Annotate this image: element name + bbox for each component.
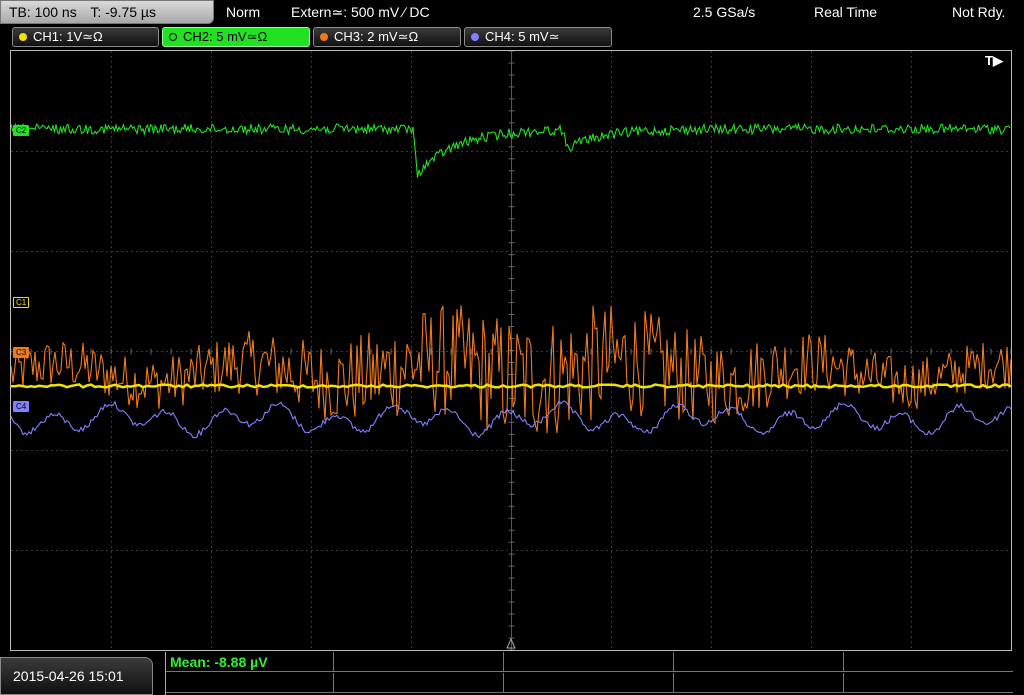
tab-ch3[interactable]: CH3: 2 mV≃Ω [313, 27, 461, 47]
ch4-color-icon [471, 33, 479, 41]
tab-ch1[interactable]: CH1: 1V≃Ω [12, 27, 159, 47]
timebase-label: TB: 100 ns [9, 4, 77, 20]
measurement-row [166, 673, 1013, 693]
ch1-label: CH1: 1V≃Ω [33, 29, 103, 44]
measurement-cell [504, 652, 674, 672]
ch4-offset-marker[interactable]: C4 [13, 401, 30, 412]
ch3-color-icon [320, 33, 328, 41]
measurement-cell [674, 652, 844, 672]
trigger-state: Not Rdy. [952, 4, 1006, 20]
date-time: 2015-04-26 15:01 [0, 657, 153, 695]
waveform-display[interactable]: T▶ C2 C1 C3 C4 [10, 50, 1012, 651]
sample-rate[interactable]: 2.5 GSa/s [693, 0, 755, 24]
acq-mode[interactable]: Norm [226, 0, 260, 24]
ch2-offset-marker[interactable]: C2 [13, 125, 30, 136]
measurement-cell [674, 673, 844, 693]
measurement-cell [166, 673, 334, 693]
measurement-cell [504, 673, 674, 693]
tab-ch2[interactable]: CH2: 5 mV≃Ω [162, 27, 310, 47]
measurement-cell [334, 673, 504, 693]
measurement-cell [334, 652, 504, 672]
ch4-label: CH4: 5 mV≃ [485, 29, 560, 44]
trigger-position-marker[interactable]: T▶ [985, 53, 1003, 69]
acquisition-mode-realtime[interactable]: Real Time [814, 0, 877, 24]
trigger-source[interactable]: Extern≃: 500 mV ∕ DC [291, 0, 430, 24]
mean-measurement: Mean: -8.88 µV [170, 654, 268, 670]
acquisition-status: Norm Extern≃: 500 mV ∕ DC 2.5 GSa/s Real… [216, 0, 1024, 24]
timebase-box[interactable]: TB: 100 ns T: -9.75 µs [0, 0, 214, 24]
ch2-waveform [11, 122, 1011, 178]
ch3-offset-marker[interactable]: C3 [13, 347, 30, 358]
measurement-row [166, 652, 1013, 672]
ch2-label: CH2: 5 mV≃Ω [183, 29, 268, 44]
waveform-canvas [11, 51, 1011, 650]
ch1-color-icon [19, 33, 27, 41]
ch2-color-icon [169, 33, 177, 41]
status-bar: TB: 100 ns T: -9.75 µs Norm Extern≃: 500… [0, 0, 1024, 25]
channel-tabs: CH1: 1V≃Ω CH2: 5 mV≃Ω CH3: 2 mV≃Ω CH4: 5… [0, 26, 1024, 48]
measurement-panel[interactable]: Mean: -8.88 µV [165, 652, 1013, 695]
trigger-time-label: T: -9.75 µs [90, 4, 156, 20]
ch1-offset-marker[interactable]: C1 [13, 297, 30, 308]
ch3-label: CH3: 2 mV≃Ω [334, 29, 419, 44]
footer-bar: 2015-04-26 15:01 Mean: -8.88 µV [0, 652, 1024, 695]
tab-ch4[interactable]: CH4: 5 mV≃ [464, 27, 612, 47]
